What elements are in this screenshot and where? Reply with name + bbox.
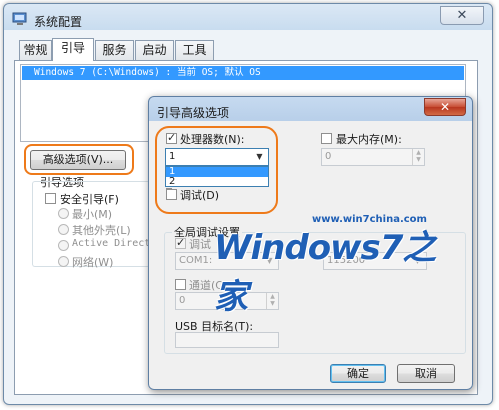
usb-target-input[interactable]: [175, 332, 279, 348]
channel-value: 0: [179, 295, 186, 306]
watermark-logo-text: Windows7之家: [214, 228, 436, 317]
channel-checkbox[interactable]: [175, 279, 186, 290]
safe-boot-checkbox[interactable]: [45, 193, 56, 204]
debug-port-checkbox[interactable]: [175, 236, 186, 249]
max-memory-value: 0: [325, 151, 332, 162]
dialog-close-button[interactable]: ✕: [424, 98, 466, 116]
windows7-home-watermark: www.win7china.com Windows7之家: [214, 214, 454, 317]
max-memory-checkbox[interactable]: [321, 133, 332, 144]
safe-boot-network-label: 网络(W): [72, 256, 114, 269]
window-title: 系统配置: [34, 15, 83, 29]
safe-boot-minimal-radio[interactable]: [58, 208, 69, 219]
safe-boot-alternate-shell-label: 其他外壳(L): [72, 224, 131, 237]
max-memory-label: 最大内存(M):: [336, 133, 402, 146]
tab-startup[interactable]: 启动: [135, 40, 174, 60]
safe-boot-minimal-label: 最小(M): [72, 208, 113, 221]
advanced-button-highlight: [24, 144, 134, 175]
tab-general[interactable]: 常规: [19, 40, 52, 60]
close-button[interactable]: ✕: [440, 6, 484, 25]
safe-boot-label: 安全引导(F): [60, 193, 119, 206]
ok-button[interactable]: 确定: [330, 364, 386, 383]
tab-tools[interactable]: 工具: [175, 40, 214, 60]
dialog-title: 引导高级选项: [157, 106, 230, 120]
debug-port-value: COM1:: [179, 255, 213, 266]
os-list-item[interactable]: Windows 7 (C:\Windows) : 当前 OS; 默认 OS: [22, 66, 464, 80]
max-memory-input[interactable]: 0 ▲ ▼: [321, 148, 425, 166]
safe-boot-network-radio[interactable]: [58, 256, 69, 267]
tab-services[interactable]: 服务: [95, 40, 134, 60]
safe-boot-active-directory-radio[interactable]: [58, 240, 69, 251]
spinner-icon[interactable]: ▲ ▼: [412, 149, 424, 165]
debug-port-label: 调试: [189, 238, 211, 251]
cancel-button[interactable]: 取消: [397, 364, 455, 383]
tab-boot[interactable]: 引导: [52, 38, 94, 61]
safe-boot-alternate-shell-radio[interactable]: [58, 224, 69, 235]
num-processors-highlight: [155, 126, 278, 214]
system-config-icon: [12, 12, 27, 25]
